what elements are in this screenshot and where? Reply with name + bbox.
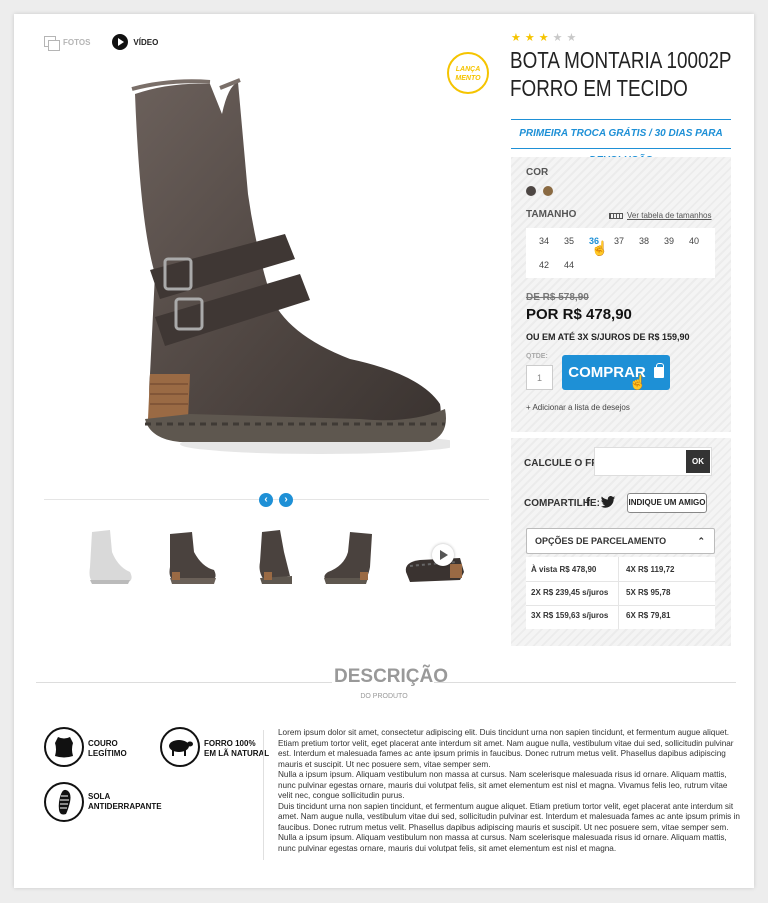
- size-option[interactable]: 44: [559, 260, 579, 270]
- product-main-image: [131, 78, 450, 454]
- installment-cell: 6X R$ 79,81: [626, 611, 671, 620]
- hand-cursor-icon: ☝: [629, 374, 647, 390]
- feature-leather-label: COURO LEGÍTIMO: [88, 739, 127, 759]
- quantity-label: QTDE:: [526, 353, 548, 360]
- size-option[interactable]: 35: [559, 236, 579, 246]
- color-label: COR: [526, 167, 549, 178]
- feature-line: ANTIDERRAPANTE: [88, 802, 162, 811]
- shipping-banner: PRIMEIRA TROCA GRÁTIS / 30 DIAS PARA DEV…: [511, 119, 731, 166]
- table-divider: [526, 581, 715, 582]
- thumbnail-1[interactable]: [78, 522, 138, 588]
- color-swatch-dark-brown[interactable]: [526, 186, 536, 196]
- shopping-bag-icon: [653, 363, 664, 378]
- video-tab[interactable]: VÍDEO: [112, 34, 158, 50]
- sole-icon: [44, 782, 84, 822]
- star-icon: ★: [524, 32, 535, 44]
- installment-cell: 5X R$ 95,78: [626, 588, 671, 597]
- hand-cursor-icon: ☝: [591, 240, 609, 256]
- thumbnail-4[interactable]: [320, 522, 380, 588]
- description-divider: [263, 730, 264, 860]
- photos-label: FOTOS: [63, 37, 91, 47]
- current-price: POR R$ 478,90: [526, 306, 632, 323]
- size-label: TAMANHO: [526, 209, 577, 220]
- installment-cell: À vista R$ 478,90: [531, 565, 597, 574]
- gallery-prev-button[interactable]: ‹: [259, 493, 273, 507]
- twitter-icon[interactable]: [600, 496, 616, 508]
- buy-button[interactable]: COMPRAR: [562, 355, 670, 390]
- feature-line: SOLA: [88, 792, 111, 801]
- thumbnail-2[interactable]: [160, 522, 220, 588]
- star-icon: ★: [538, 32, 549, 44]
- feature-line: FORRO 100%: [204, 739, 256, 748]
- size-table-link-text: Ver tabela de tamanhos: [627, 211, 712, 220]
- new-release-badge: LANÇA MENTO: [447, 52, 489, 94]
- thumbnail-video-play-icon[interactable]: [432, 544, 454, 566]
- sheep-icon: [160, 727, 200, 767]
- old-price: DE R$ 578,90: [526, 292, 589, 303]
- gallery-next-button[interactable]: ›: [279, 493, 293, 507]
- description-paragraph: Duis tincidunt urna non sapien tincidunt…: [278, 801, 740, 832]
- star-icon: ★: [566, 32, 577, 44]
- size-option[interactable]: 42: [534, 260, 554, 270]
- color-swatch-light-brown[interactable]: [543, 186, 553, 196]
- size-option[interactable]: 34: [534, 236, 554, 246]
- badge-line1: LANÇA: [455, 66, 481, 73]
- photos-icon: [44, 35, 60, 51]
- feature-line: EM LÃ NATURAL: [204, 749, 270, 758]
- section-divider: [36, 682, 332, 683]
- facebook-icon[interactable]: f: [586, 495, 590, 509]
- ruler-icon: [609, 212, 623, 219]
- add-to-wishlist-link[interactable]: + Adicionar a lista de desejos: [526, 403, 630, 412]
- photos-tab[interactable]: FOTOS: [44, 35, 91, 51]
- freight-ok-button[interactable]: OK: [686, 450, 710, 473]
- size-option[interactable]: 40: [684, 236, 704, 246]
- installment-options-toggle[interactable]: OPÇÕES DE PARCELAMENTO ⌃: [526, 528, 715, 554]
- installment-cell: 2X R$ 239,45 s/juros: [531, 588, 609, 597]
- description-paragraph: Nulla a ipsum ipsum. Aliquam vestibulum …: [278, 833, 727, 853]
- installment-info: OU EM ATÉ 3X S/JUROS DE R$ 159,90: [526, 332, 690, 342]
- installment-cell: 3X R$ 159,63 s/juros: [531, 611, 609, 620]
- feature-line: LEGÍTIMO: [88, 749, 127, 758]
- rating-stars: ★ ★ ★ ★ ★: [511, 31, 576, 44]
- chevron-up-icon: ⌃: [697, 536, 705, 546]
- description-subtitle: DO PRODUTO: [360, 693, 408, 700]
- play-icon: [112, 34, 129, 50]
- leather-icon: [44, 727, 84, 767]
- product-page: FOTOS VÍDEO LANÇA MENTO ‹ › ★ ★ ★ ★ ★ BO…: [14, 14, 754, 888]
- feature-line: COURO: [88, 739, 118, 748]
- recommend-friend-button[interactable]: INDIQUE UM AMIGO: [627, 493, 707, 513]
- quantity-input[interactable]: [526, 365, 553, 390]
- size-option[interactable]: 39: [659, 236, 679, 246]
- feature-sole-label: SOLA ANTIDERRAPANTE: [88, 792, 162, 812]
- description-paragraph: Lorem ipsum dolor sit amet, consectetur …: [278, 728, 734, 769]
- description-text: Lorem ipsum dolor sit amet, consectetur …: [278, 728, 740, 854]
- video-label: VÍDEO: [133, 37, 159, 47]
- size-option[interactable]: 37: [609, 236, 629, 246]
- thumbnail-3[interactable]: [244, 522, 304, 588]
- star-icon: ★: [511, 32, 521, 44]
- badge-line2: MENTO: [455, 75, 481, 82]
- table-divider: [618, 557, 619, 629]
- table-divider: [526, 605, 715, 606]
- size-table-link[interactable]: Ver tabela de tamanhos: [609, 211, 712, 220]
- size-option[interactable]: 38: [634, 236, 654, 246]
- media-switch: FOTOS VÍDEO: [44, 34, 158, 51]
- description-title: DESCRIÇÃO: [334, 666, 449, 687]
- description-paragraph: Nulla a ipsum ipsum. Aliquam vestibulum …: [278, 770, 728, 800]
- installment-options-title: OPÇÕES DE PARCELAMENTO: [535, 536, 667, 546]
- section-divider: [434, 682, 736, 683]
- feature-wool-label: FORRO 100% EM LÃ NATURAL: [204, 739, 269, 759]
- star-icon: ★: [552, 32, 563, 44]
- installment-cell: 4X R$ 119,72: [626, 565, 675, 574]
- product-title: BOTA MONTARIA 10002P FORRO EM TECIDO: [510, 47, 732, 101]
